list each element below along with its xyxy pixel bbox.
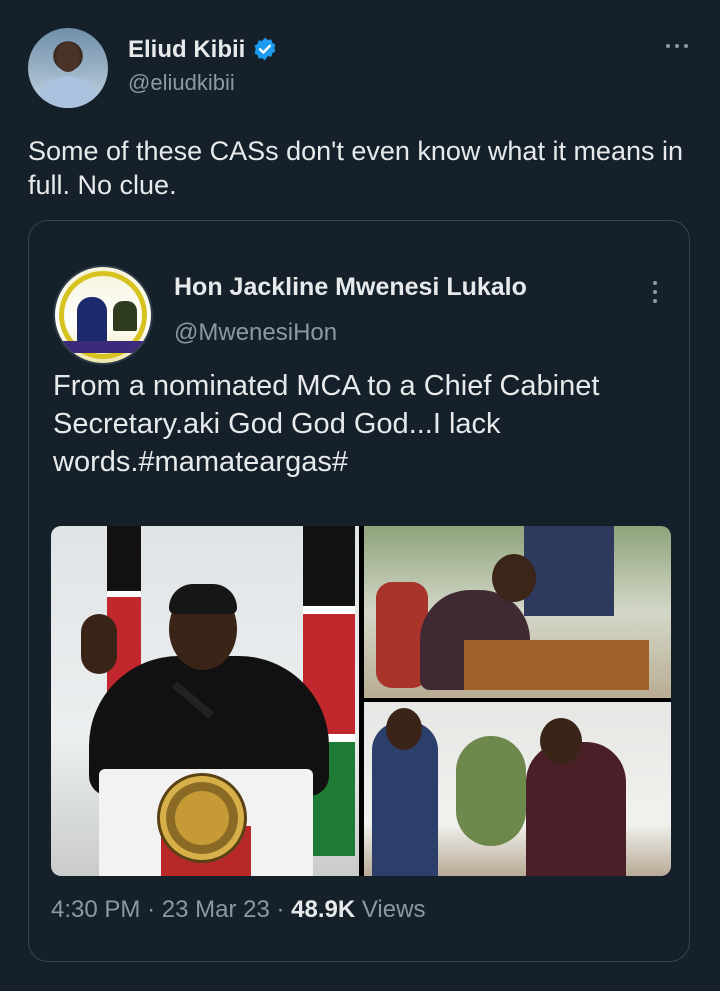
- tweet-date[interactable]: 23 Mar 23: [162, 896, 270, 923]
- desk-shape: [464, 640, 649, 690]
- views-label[interactable]: Views: [362, 896, 426, 923]
- raised-hand-shape: [81, 614, 117, 674]
- quoted-tweet-card[interactable]: Hon Jackline Mwenesi Lukalo @MwenesiHon …: [28, 220, 690, 962]
- person-shape: [526, 742, 626, 876]
- tweet-text: Some of these CASs don't even know what …: [28, 136, 684, 200]
- separator-dot: ·: [147, 896, 156, 923]
- author-handle[interactable]: @eliudkibii: [128, 70, 235, 96]
- person-shape: [524, 526, 614, 616]
- photo-swearing-in-podium[interactable]: [51, 526, 359, 876]
- tweet-time[interactable]: 4:30 PM: [51, 896, 140, 923]
- avatar-banner-strip: [55, 341, 151, 353]
- republic-of-kenya-seal-icon: [157, 773, 247, 863]
- verified-badge-icon: [254, 37, 276, 61]
- author-name[interactable]: Eliud Kibii: [128, 36, 245, 64]
- quoted-author-handle[interactable]: @MwenesiHon: [174, 319, 337, 347]
- photo-signing-document[interactable]: [364, 526, 671, 698]
- more-options-vertical-icon[interactable]: [645, 277, 665, 307]
- avatar-figure-shape: [113, 301, 137, 331]
- media-grid: [51, 526, 671, 876]
- quoted-tweet-text: From a nominated MCA to a Chief Cabinet …: [53, 370, 600, 478]
- tweet-metadata: 4:30 PM · 23 Mar 23 · 48.9K Views: [51, 896, 425, 924]
- quoted-author-avatar[interactable]: [53, 265, 153, 365]
- separator-dot: ·: [276, 896, 285, 923]
- quoted-author-name[interactable]: Hon Jackline Mwenesi Lukalo: [174, 273, 527, 302]
- plant-shape: [456, 736, 526, 846]
- person-hair-shape: [169, 584, 237, 614]
- author-avatar[interactable]: [28, 28, 108, 108]
- avatar-shirt-shape: [36, 76, 100, 108]
- photo-handshake[interactable]: [364, 702, 671, 876]
- person-head-shape: [540, 718, 582, 764]
- person-head-shape: [492, 554, 536, 602]
- avatar-face-shape: [56, 42, 80, 72]
- avatar-figure-shape: [77, 297, 107, 345]
- person-head-shape: [386, 708, 422, 750]
- views-count[interactable]: 48.9K: [291, 896, 355, 923]
- more-options-icon[interactable]: [662, 36, 692, 56]
